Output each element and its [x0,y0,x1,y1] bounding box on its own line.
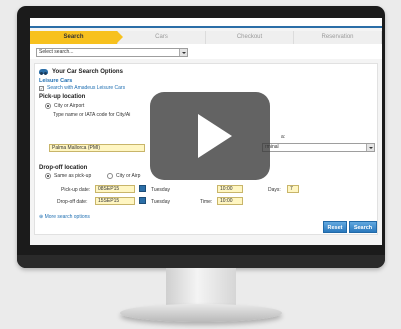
dropoff-city-radio-row[interactable]: City or Airp [107,173,140,179]
top-bar [30,18,382,28]
calendar-icon[interactable] [139,197,146,204]
pickup-city-radio-label: City or Airport [54,103,85,109]
time-label: Time: [200,199,213,205]
step-checkout[interactable]: Checkout [206,31,294,44]
more-search-options-label: More search options [44,214,90,220]
dropoff-time-input[interactable]: 10:00 [217,197,243,205]
saved-search-select[interactable]: Select search... [36,48,188,57]
search-button[interactable]: Search [349,221,377,233]
step-search[interactable]: Search [30,31,123,44]
video-play-button[interactable] [150,92,270,180]
panel-title: Your Car Search Options [39,67,373,76]
pickup-day: Tuesday [151,187,170,193]
pickup-date-input[interactable]: 08SEP15 [95,185,135,193]
pickup-time-input[interactable]: 10:00 [217,185,243,193]
chevron-down-icon[interactable] [366,144,374,151]
calendar-icon[interactable] [139,185,146,192]
dropoff-same-radio-row[interactable]: Same as pick-up [39,173,91,179]
leisure-checkbox[interactable]: ✓ [39,85,44,91]
monitor-chin [17,255,385,268]
pickup-terminal-value: rminal [265,144,279,150]
days-label: Days: [268,187,281,193]
play-icon [198,114,232,158]
progress-steps: Search Cars Checkout Reservation [30,31,382,44]
saved-search-row: Select search... [30,44,382,59]
dropoff-city-radio[interactable] [107,173,113,179]
pickup-city-radio[interactable] [45,103,51,109]
dropoff-date-label: Drop-off date: [57,199,88,205]
saved-search-value: Select search... [39,49,74,55]
panel-title-text: Your Car Search Options [52,68,123,75]
pickup-terminal-select[interactable]: rminal [262,143,375,152]
dropoff-same-radio[interactable] [45,173,51,179]
reset-button[interactable]: Reset [323,221,347,233]
monitor-stand-base [120,304,282,322]
dropoff-day: Tuesday [151,199,170,205]
pickup-date-label: Pick-up date: [61,187,91,193]
dropoff-date-input[interactable]: 15SEP15 [95,197,135,205]
leisure-checkbox-label: Search with Amadeus Leisure Cars [47,85,126,91]
step-cars[interactable]: Cars [118,31,206,44]
monitor-stand-neck [166,268,236,306]
more-search-options-link[interactable]: ⊕ More search options [39,214,90,220]
dropoff-heading: Drop-off location [39,165,88,171]
dropoff-same-radio-label: Same as pick-up [54,173,92,179]
pickup-right-label: a: [281,134,286,140]
car-icon [39,69,48,75]
step-reservation[interactable]: Reservation [294,31,382,44]
dropoff-city-radio-label: City or Airp [116,173,141,179]
pickup-location-input[interactable]: Palma Mallorca (PMI) [49,144,145,152]
days-input[interactable]: 7 [287,185,299,193]
leisure-checkbox-row[interactable]: ✓ Search with Amadeus Leisure Cars [39,85,373,91]
chevron-down-icon[interactable] [179,49,187,56]
category-label: Leisure Cars [39,78,73,84]
